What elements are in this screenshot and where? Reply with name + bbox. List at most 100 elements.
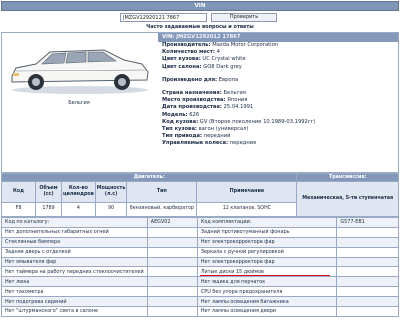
car-photo bbox=[6, 38, 154, 96]
info-value: GO8 Dark grey bbox=[203, 63, 242, 70]
info-group: Произведено для: Европа bbox=[158, 77, 398, 84]
info-label: Производитель: bbox=[162, 42, 211, 48]
option-row: Задняя дверь с отделкой Зеркала с ручной … bbox=[1, 246, 399, 258]
option-label: Нет электрокорректора фар bbox=[196, 256, 338, 268]
option-row: Нет "штурманского" света в салоне Нет лам… bbox=[1, 306, 399, 317]
option-row: Нет дополнительных габаритных огней Задни… bbox=[1, 226, 399, 238]
check-button[interactable]: Проверить bbox=[211, 13, 277, 22]
option-value bbox=[146, 286, 198, 298]
option-label: Нет люка bbox=[1, 276, 148, 288]
option-row: Нет люка Нет ящика для перчаток bbox=[1, 276, 399, 288]
info-value: GV (Второе поколение 10.1989-03.1992гг) bbox=[199, 118, 316, 125]
option-value bbox=[336, 286, 399, 298]
col-code: Код bbox=[1, 181, 36, 203]
info-label: Количество мест: bbox=[162, 49, 215, 56]
col-volume: Объем (cc) bbox=[35, 181, 62, 203]
option-value bbox=[146, 306, 198, 317]
option-row: Нет омывателя фар Нет электрокорректора ф… bbox=[1, 256, 399, 268]
faq-link[interactable]: Часто задаваемые вопросы и ответы bbox=[0, 24, 400, 30]
info-label: Место производства: bbox=[162, 97, 226, 104]
info-value: 4 bbox=[216, 49, 220, 56]
option-value bbox=[336, 276, 399, 288]
option-row: Нет подогрева сидений Нет лампы освещения… bbox=[1, 296, 399, 308]
engine-note: 12 клапанов, SOHC bbox=[196, 201, 298, 218]
option-value bbox=[146, 236, 198, 248]
info-value: вагон (универсал) bbox=[198, 125, 249, 132]
option-label: Нет тахометра bbox=[1, 286, 148, 298]
engine-group-header: Двигатель: bbox=[0, 172, 298, 183]
info-value: передние bbox=[229, 140, 257, 147]
car-photo-panel: Бельгия bbox=[2, 33, 156, 172]
info-row: Код кузова: GV (Второе поколение 10.1989… bbox=[158, 119, 398, 126]
vin-value: JMZGV1292012 17867 bbox=[176, 34, 241, 40]
info-label: Цвет кузова: bbox=[162, 56, 201, 63]
info-group: Производитель: Mazda Motor Corporation Ко… bbox=[158, 42, 398, 71]
engine-spec-table: Двигатель: Трансмиссия: Код Объем (cc) К… bbox=[0, 172, 399, 218]
info-label: Код кузова: bbox=[162, 118, 199, 125]
option-value: AEGV02 bbox=[146, 217, 198, 228]
info-row: Модель: 626 bbox=[158, 112, 398, 119]
option-value bbox=[336, 296, 399, 308]
highlight-underline bbox=[199, 275, 331, 276]
engine-code: F8 bbox=[1, 201, 36, 218]
info-group: Страна назначения: Бельгия Место производ… bbox=[158, 90, 398, 148]
option-row: Стеклянные бампера Нет электрокорректора … bbox=[1, 236, 399, 248]
info-value: UC Crystal white bbox=[202, 56, 246, 63]
info-value: Mazda Motor Corporation bbox=[212, 42, 279, 48]
info-row: Дата производства: 25.04.1991 bbox=[158, 104, 398, 111]
option-label: Нет дополнительных габаритных огней bbox=[1, 226, 148, 238]
col-cylinders: Кол-во цилиндров bbox=[61, 181, 96, 203]
option-value bbox=[336, 246, 399, 258]
engine-type: бензиновый, карбюратор bbox=[126, 201, 198, 218]
info-row: Место производства: Япония bbox=[158, 97, 398, 104]
info-label: Управляемые колеса: bbox=[162, 140, 229, 147]
col-note: Примечание bbox=[196, 181, 298, 203]
option-value bbox=[146, 266, 198, 278]
vin-input[interactable] bbox=[120, 13, 207, 22]
info-label: Произведено для: bbox=[162, 76, 218, 83]
info-value: Япония bbox=[227, 97, 248, 104]
option-label: Код комплектации: bbox=[196, 217, 338, 228]
info-row: Управляемые колеса: передние bbox=[158, 140, 398, 147]
engine-cylinders: 4 bbox=[61, 201, 96, 218]
engine-power: 90 bbox=[94, 201, 128, 218]
info-row: Произведено для: Европа bbox=[158, 77, 398, 84]
option-label: Задний противотуманный фонарь bbox=[196, 226, 338, 238]
option-row: Нет тахометра CPU без упора предохранител… bbox=[1, 286, 399, 298]
col-power: Мощность (л.с) bbox=[94, 181, 128, 203]
vehicle-info-panel: Бельгия VIN: JMZGV1292012 17867 Производ… bbox=[1, 32, 399, 173]
info-row: Страна назначения: Бельгия bbox=[158, 90, 398, 97]
info-row: Цвет салона: GO8 Dark grey bbox=[158, 64, 398, 71]
info-label: Дата производства: bbox=[162, 104, 222, 111]
option-label: Нет электрокорректора фар bbox=[196, 236, 338, 248]
option-value bbox=[146, 256, 198, 268]
options-table: Код по каталогу: AEGV02 Код комплектации: G… bbox=[1, 217, 399, 317]
option-value bbox=[336, 266, 399, 278]
option-label: Код по каталогу: bbox=[1, 217, 148, 228]
info-value: 626 bbox=[189, 111, 200, 118]
option-row: Нет таймера на работу передних стеклоочи… bbox=[1, 266, 399, 278]
option-label: Нет таймера на работу передних стеклоочи… bbox=[1, 266, 148, 278]
info-value: передний bbox=[203, 133, 231, 140]
info-label: Модель: bbox=[162, 111, 188, 118]
info-label: Тип привода: bbox=[162, 133, 203, 140]
option-value bbox=[146, 296, 198, 308]
info-row: Тип кузова: вагон (универсал) bbox=[158, 126, 398, 133]
option-value: G577-EB1 bbox=[336, 217, 399, 228]
info-row: Тип привода: передний bbox=[158, 133, 398, 140]
option-value bbox=[146, 246, 198, 258]
option-label: Нет омывателя фар bbox=[1, 256, 148, 268]
option-label: Нет "штурманского" света в салоне bbox=[1, 306, 148, 317]
option-label: Литые диски 15 дюймов bbox=[196, 266, 338, 278]
option-label: Задняя дверь с отделкой bbox=[1, 246, 148, 258]
option-label: Нет лампы освещения двери bbox=[196, 306, 338, 317]
engine-volume: 1789 bbox=[35, 201, 62, 218]
info-label: Цвет салона: bbox=[162, 63, 202, 70]
option-label: Нет лампы освещения багажника bbox=[196, 296, 338, 308]
option-value bbox=[336, 236, 399, 248]
option-label: Нет подогрева сидений bbox=[1, 296, 148, 308]
info-value: Европа bbox=[218, 76, 239, 83]
info-row: Количество мест: 4 bbox=[158, 49, 398, 56]
transmission-group-header: Трансмиссия: bbox=[296, 172, 399, 183]
option-label: Стеклянные бампера bbox=[1, 236, 148, 248]
